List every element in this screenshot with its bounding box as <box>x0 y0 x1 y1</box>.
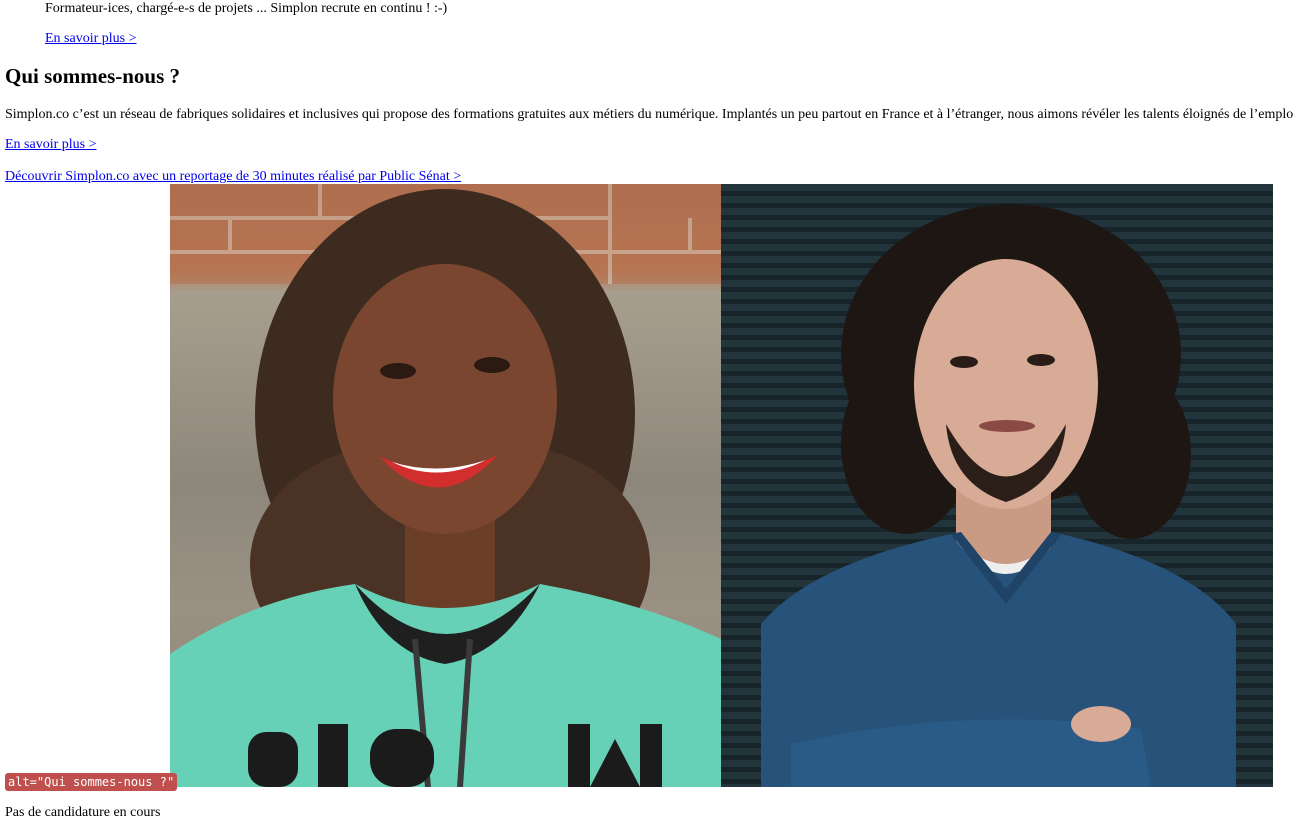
page: Formateur-ices, chargé-e-s de projets ..… <box>0 0 1293 823</box>
jobs-learn-more-link[interactable]: En savoir plus > <box>45 30 137 48</box>
about-learn-more-link[interactable]: En savoir plus > <box>5 136 97 154</box>
portrait-woman-image <box>170 184 721 787</box>
about-photo <box>170 184 1273 787</box>
about-heading: Qui sommes-nous ? <box>5 64 181 88</box>
image-alt-badge: alt="Qui sommes-nous ?" <box>5 773 178 791</box>
portrait-man-image <box>721 184 1273 787</box>
jobs-text: Formateur-ices, chargé-e-s de projets ..… <box>45 1 448 16</box>
candidature-status: Pas de candidature en cours <box>5 805 161 820</box>
about-text: Simplon.co c’est un réseau de fabriques … <box>5 107 1293 122</box>
